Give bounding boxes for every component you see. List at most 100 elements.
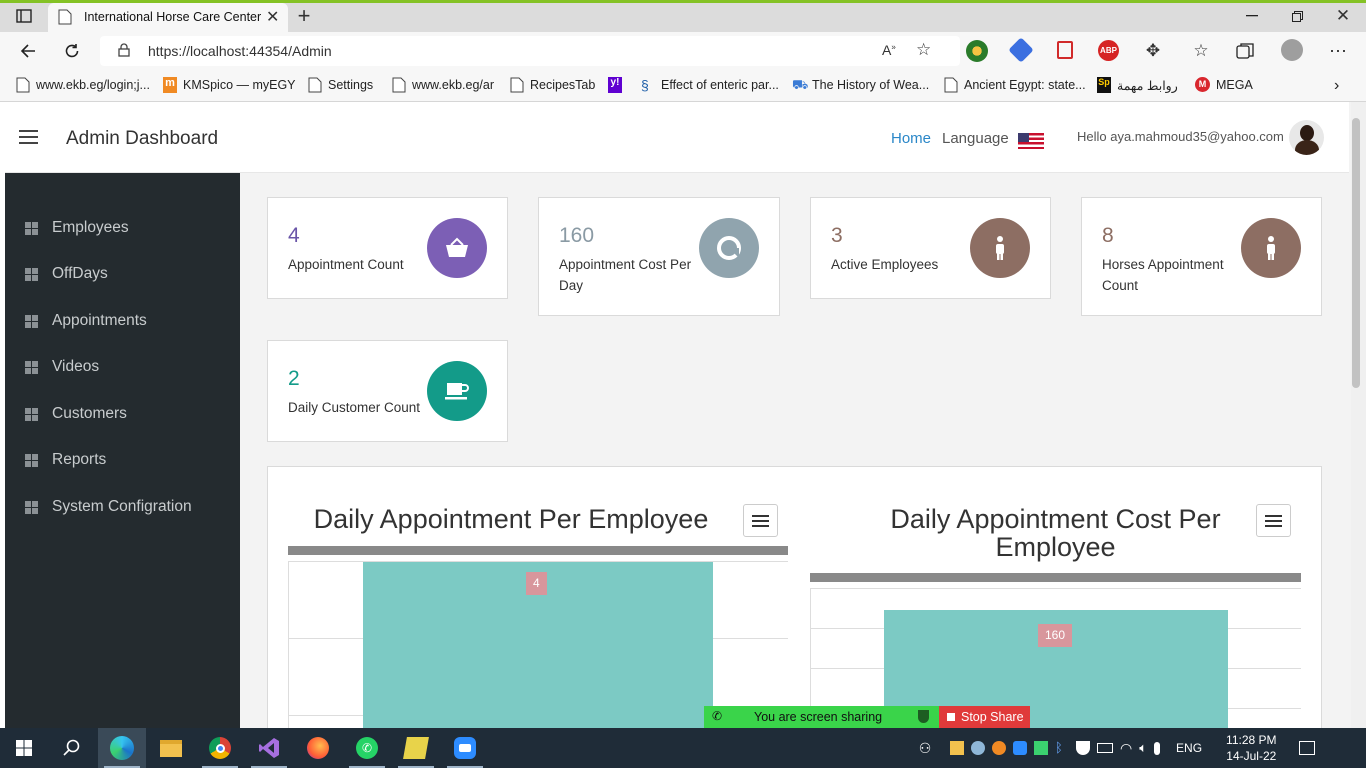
tray-app-icon[interactable]: [992, 741, 1006, 755]
address-bar[interactable]: https://localhost:44354/Admin A» ☆: [100, 36, 960, 66]
bookmark-item[interactable]: § Effect of enteric par...: [641, 77, 779, 93]
chart-menu-button[interactable]: [743, 504, 778, 537]
tab-title: International Horse Care Center: [84, 10, 262, 24]
chart-header-bar: [810, 573, 1301, 582]
whatsapp-icon[interactable]: ✆: [343, 728, 391, 768]
sidebar-item-reports[interactable]: Reports: [25, 451, 106, 469]
sidebar-item-system-configration[interactable]: System Configration: [25, 498, 192, 516]
bookmark-item[interactable]: ⛟ The History of Wea...: [792, 77, 929, 93]
add-favorite-icon[interactable]: ☆: [916, 40, 931, 60]
refresh-icon[interactable]: [60, 40, 84, 62]
stat-card-active-employees: 3 Active Employees: [810, 197, 1051, 299]
bookmark-item[interactable]: M MEGA: [1195, 77, 1253, 92]
chart-menu-button[interactable]: [1256, 504, 1291, 537]
stop-share-button[interactable]: Stop Share: [939, 706, 1030, 728]
charts-panel: Daily Appointment Per Employee 4 Daily A…: [267, 466, 1322, 749]
stat-value: 160: [559, 224, 595, 247]
notifications-icon[interactable]: [1298, 741, 1315, 755]
bookmark-item[interactable]: www.ekb.eg/ar: [392, 77, 494, 93]
stat-value: 2: [288, 367, 300, 390]
favorites-icon[interactable]: ☆: [1190, 40, 1212, 62]
visual-studio-icon[interactable]: [245, 728, 293, 768]
extensions-icon[interactable]: ✥: [1142, 40, 1164, 62]
lock-icon: [118, 43, 130, 60]
tray-app-icon[interactable]: [971, 741, 985, 755]
back-icon[interactable]: [16, 40, 40, 62]
basket-icon: [427, 218, 487, 278]
adblock-icon[interactable]: ABP: [1098, 40, 1119, 61]
bookmark-item[interactable]: Sp روابط مهمة: [1097, 77, 1178, 93]
more-icon[interactable]: ⋯: [1326, 40, 1350, 62]
chevron-right-icon[interactable]: ›: [1334, 77, 1339, 95]
collections-icon[interactable]: [1234, 40, 1256, 62]
chart-title: Daily Appointment Per Employee: [313, 504, 709, 534]
minimize-icon[interactable]: [1240, 6, 1264, 26]
bookmark-item[interactable]: m KMSpico — myEGY: [163, 77, 296, 93]
sidebar-item-videos[interactable]: Videos: [25, 358, 99, 376]
sidebar-item-appointments[interactable]: Appointments: [25, 312, 147, 330]
new-tab-icon[interactable]: +: [292, 3, 316, 28]
grid-icon: [25, 407, 38, 421]
file-explorer-icon[interactable]: [147, 728, 195, 768]
bookmark-item[interactable]: www.ekb.eg/login;j...: [16, 77, 150, 93]
edge-taskbar-icon[interactable]: [98, 728, 146, 768]
browser-tab[interactable]: International Horse Care Center ✕: [48, 3, 288, 32]
taskbar: ✆ ⚇ ᛒ ◠ 🔈︎ ENG 11:28 PM 14-Jul-22: [0, 728, 1366, 768]
wifi-icon[interactable]: ◠: [1120, 740, 1132, 757]
clock[interactable]: 11:28 PM 14-Jul-22: [1226, 732, 1276, 764]
close-tab-icon[interactable]: ✕: [266, 7, 279, 27]
kmspico-icon: m: [163, 77, 177, 93]
us-flag-icon[interactable]: [1018, 133, 1044, 149]
app-icon[interactable]: [392, 728, 440, 768]
page-icon: [58, 9, 72, 28]
link-icon: §: [641, 77, 649, 93]
tray-app-icon[interactable]: [950, 741, 964, 755]
chrome-icon[interactable]: [196, 728, 244, 768]
restore-icon[interactable]: [1285, 6, 1309, 26]
sidebar-item-offdays[interactable]: OffDays: [25, 265, 108, 283]
language-indicator[interactable]: ENG: [1176, 741, 1202, 755]
people-icon[interactable]: ⚇: [914, 740, 936, 757]
shield-icon[interactable]: [1076, 741, 1090, 755]
start-button[interactable]: [0, 728, 48, 768]
tray-icons[interactable]: ᛒ ◠ 🔈︎: [950, 740, 1161, 757]
microphone-icon[interactable]: [1154, 741, 1161, 755]
grid-icon: [25, 314, 38, 328]
search-icon[interactable]: [48, 728, 96, 768]
chart-title: Daily Appointment Cost Per Employee: [890, 504, 1221, 562]
language-link[interactable]: Language: [942, 130, 1009, 147]
bluetooth-icon[interactable]: ᛒ: [1055, 741, 1069, 755]
battery-icon[interactable]: [1097, 743, 1113, 753]
hamburger-icon[interactable]: [19, 130, 38, 144]
grid-icon: [25, 453, 38, 467]
profile-icon[interactable]: [1281, 39, 1303, 61]
home-link[interactable]: Home: [891, 130, 931, 147]
bookmark-item[interactable]: y!: [608, 77, 622, 93]
volume-icon[interactable]: 🔈︎: [1139, 740, 1147, 756]
sidebar-item-employees[interactable]: Employees: [25, 219, 129, 237]
pie-icon: [699, 218, 759, 278]
stat-card-daily-customer: 2 Daily Customer Count: [267, 340, 508, 442]
screen-share-banner: ✆ You are screen sharing: [704, 706, 939, 728]
tray-app-icon[interactable]: [1034, 741, 1048, 755]
extension-icon[interactable]: [1057, 41, 1073, 59]
stat-card-horses-appointment: 8 Horses Appointment Count: [1081, 197, 1322, 316]
tray-app-icon[interactable]: [1013, 741, 1027, 755]
sidebar-item-customers[interactable]: Customers: [25, 405, 127, 423]
stat-card-appointment-count: 4 Appointment Count: [267, 197, 508, 299]
avatar[interactable]: [1289, 120, 1324, 155]
bookmark-item[interactable]: RecipesTab: [510, 77, 595, 93]
tab-actions-icon[interactable]: [12, 6, 36, 26]
read-aloud-icon[interactable]: A»: [882, 42, 896, 58]
bookmark-item[interactable]: Ancient Egypt: state...: [944, 77, 1086, 93]
firefox-icon[interactable]: [294, 728, 342, 768]
close-window-icon[interactable]: ✕: [1331, 5, 1355, 27]
extension-icon[interactable]: [966, 40, 988, 62]
scrollbar-thumb[interactable]: [1352, 118, 1360, 388]
zoom-icon[interactable]: [441, 728, 489, 768]
grid-icon: [25, 360, 38, 374]
cup-icon: [427, 361, 487, 421]
stat-label: Appointment Count: [288, 257, 404, 272]
bookmark-item[interactable]: Settings: [308, 77, 373, 93]
stat-card-appointment-cost: 160 Appointment Cost Per Day: [538, 197, 780, 316]
